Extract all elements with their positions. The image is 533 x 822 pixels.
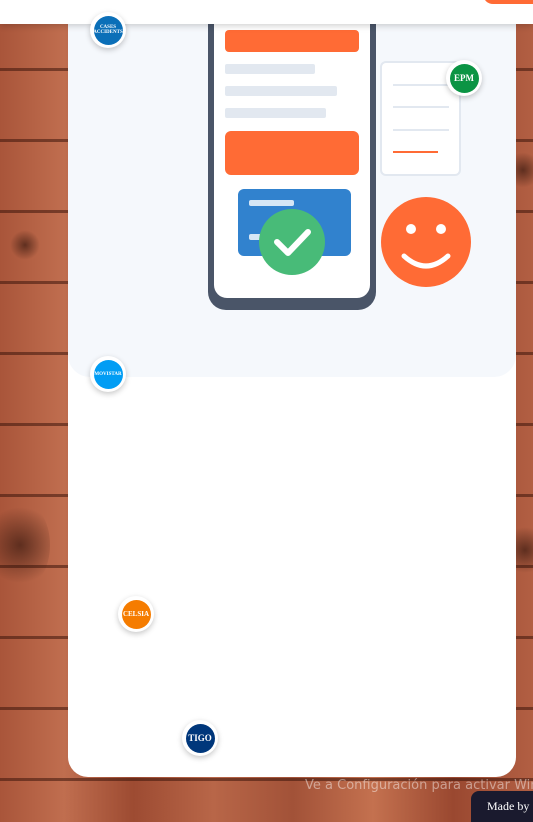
phone-text-line (225, 108, 326, 118)
card-stripe (249, 200, 294, 206)
smiley-icon (381, 197, 471, 287)
header-cta-button[interactable] (483, 0, 533, 4)
payment-illustration (208, 0, 471, 310)
logo-celsia[interactable]: CELSIA (118, 596, 154, 632)
logo-movistar-label: MOVISTAR (93, 359, 123, 389)
main-card (68, 0, 516, 777)
logo-celsia-label: CELSIA (121, 599, 151, 629)
made-by-badge[interactable]: Made by (471, 791, 533, 822)
logo-tigo[interactable]: TIGO (182, 720, 218, 756)
phone-orange-bar (225, 30, 359, 52)
phone-pay-button (225, 131, 359, 175)
check-icon (259, 209, 325, 275)
logo-epm-label: EPM (449, 63, 479, 93)
logo-cases-label: CASES ACCIDENTS (93, 15, 123, 45)
phone-text-line (225, 64, 315, 74)
made-by-label: Made by (487, 799, 530, 813)
windows-activation-title: Activar Windows (305, 752, 463, 774)
top-header (0, 0, 533, 24)
logo-movistar[interactable]: MOVISTAR (90, 356, 126, 392)
wood-knot (0, 500, 50, 590)
phone-text-line (225, 86, 337, 96)
logo-cases-accidents[interactable]: CASES ACCIDENTS (90, 12, 126, 48)
logo-epm[interactable]: EPM (446, 60, 482, 96)
logo-tigo-label: TIGO (185, 723, 215, 753)
wood-knot (10, 230, 40, 260)
hero-panel (68, 0, 516, 377)
